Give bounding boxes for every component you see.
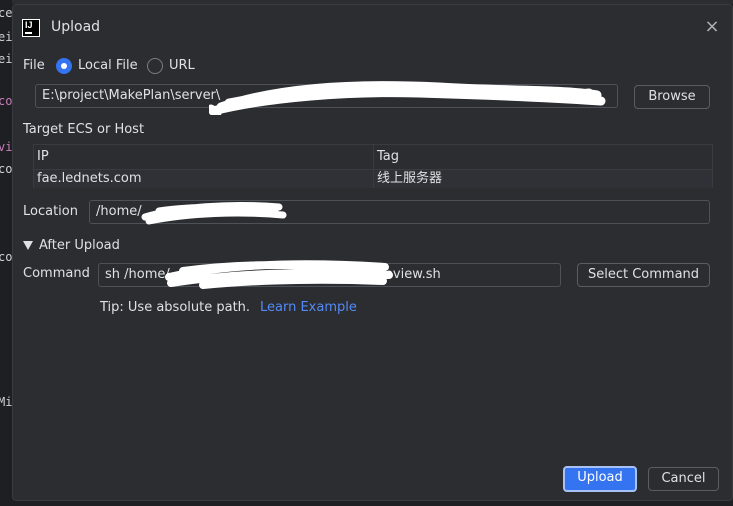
upload-dialog: IJ Upload × File Local File URL E:\proje… (12, 4, 733, 501)
editor-line: ei (0, 30, 12, 44)
select-command-button[interactable]: Select Command (577, 263, 710, 287)
url-radio[interactable] (147, 58, 163, 74)
command-label: Command (23, 266, 90, 281)
cancel-button[interactable]: Cancel (648, 467, 719, 491)
command-value-tail: nPreview.sh (364, 267, 441, 282)
editor-line: ei (0, 52, 12, 66)
column-header-tag[interactable]: Tag (374, 145, 712, 169)
file-path-tail: r (581, 88, 587, 103)
upload-button[interactable]: Upload (563, 466, 637, 492)
url-label[interactable]: URL (169, 58, 195, 73)
host-tag-cell: 线上服务器 (377, 171, 443, 186)
location-input[interactable]: /home/ ew/ (89, 200, 710, 224)
after-upload-toggle[interactable]: After Upload (23, 238, 120, 253)
editor-line: co (0, 94, 12, 108)
location-value-tail: ew/ (255, 204, 279, 219)
table-row[interactable]: fae.lednets.com 线上服务器 (34, 169, 712, 188)
target-host-label: Target ECS or Host (23, 122, 145, 137)
host-table: IP Tag fae.lednets.com 线上服务器 (33, 144, 713, 188)
dialog-titlebar: IJ Upload × (13, 5, 732, 51)
editor-line: ce (0, 6, 12, 20)
dialog-title: Upload (51, 19, 101, 35)
browse-button[interactable]: Browse (634, 85, 710, 109)
tip-text: Tip: Use absolute path. (100, 300, 251, 315)
chevron-down-icon (23, 241, 33, 250)
file-label: File (23, 58, 45, 73)
editor-line: Mi (0, 395, 12, 409)
file-path-input[interactable]: E:\project\MakePlan\server\ r (35, 84, 618, 108)
location-label: Location (23, 204, 78, 219)
local-file-label[interactable]: Local File (78, 58, 138, 73)
editor-line: vi (0, 140, 12, 154)
location-value: /home/ (96, 204, 142, 219)
file-path-value: E:\project\MakePlan\server\ (42, 88, 221, 103)
learn-example-link[interactable]: Learn Example (260, 300, 357, 315)
command-input[interactable]: sh /home/ nPreview.sh (98, 263, 561, 287)
after-upload-label: After Upload (39, 238, 120, 253)
close-icon[interactable]: × (704, 18, 720, 36)
background-editor: ce ei ei co vi co co Mi (0, 0, 12, 506)
local-file-radio[interactable] (56, 58, 72, 74)
command-value: sh /home/ (105, 267, 170, 282)
column-header-ip[interactable]: IP (34, 145, 374, 169)
intellij-logo-icon: IJ (22, 19, 40, 37)
editor-line: co (0, 162, 12, 176)
editor-line: co (0, 250, 12, 264)
host-ip-cell: fae.lednets.com (34, 170, 374, 188)
